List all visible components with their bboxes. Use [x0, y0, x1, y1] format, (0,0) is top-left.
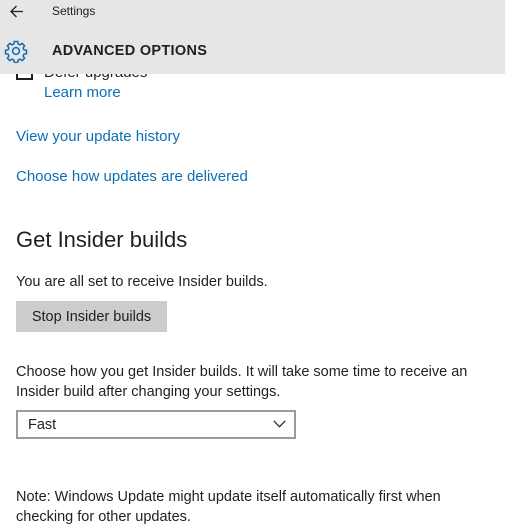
update-delivery-link[interactable]: Choose how updates are delivered: [16, 168, 248, 185]
header-bar: Settings ADVANCED OPTIONS: [0, 0, 505, 74]
insider-ring-dropdown[interactable]: Fast: [16, 410, 296, 439]
window-title: Settings: [52, 4, 96, 18]
page-title: ADVANCED OPTIONS: [52, 43, 208, 59]
chevron-down-icon: [273, 420, 286, 428]
insider-ring-description: Choose how you get Insider builds. It wi…: [16, 364, 468, 400]
insider-builds-heading: Get Insider builds: [16, 227, 188, 252]
stop-insider-builds-button[interactable]: Stop Insider builds: [16, 301, 167, 332]
back-arrow-icon: [10, 5, 23, 18]
back-button[interactable]: [0, 0, 34, 24]
insider-status-text: You are all set to receive Insider build…: [16, 274, 268, 290]
insider-ring-selected-value: Fast: [28, 417, 57, 433]
gear-icon: [4, 40, 28, 63]
learn-more-link[interactable]: Learn more: [44, 84, 121, 101]
update-note-text: Note: Windows Update might update itself…: [16, 489, 441, 525]
update-history-link[interactable]: View your update history: [16, 128, 180, 145]
